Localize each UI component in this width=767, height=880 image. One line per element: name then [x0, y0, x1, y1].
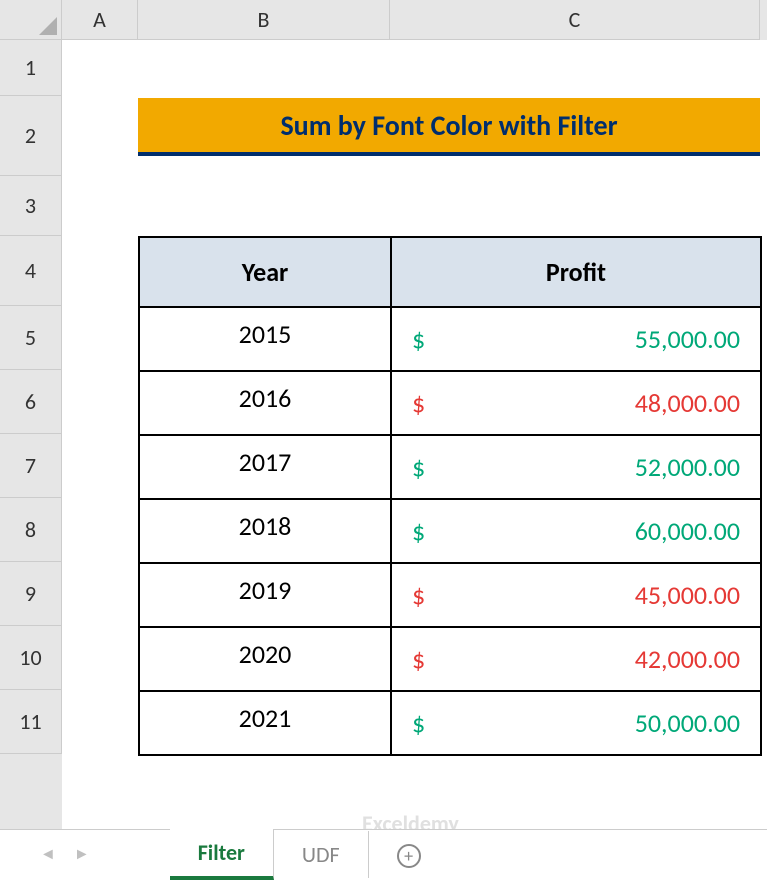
header-year[interactable]: Year	[139, 237, 391, 307]
profit-amount: 42,000.00	[635, 643, 740, 675]
column-header-c[interactable]: C	[390, 0, 760, 40]
profit-amount: 55,000.00	[635, 323, 740, 355]
column-header-a[interactable]: A	[62, 0, 138, 40]
row-header-6[interactable]: 6	[0, 370, 62, 434]
row-header-2[interactable]: 2	[0, 96, 62, 176]
row-header-3[interactable]: 3	[0, 176, 62, 236]
table-header-row: Year Profit	[139, 237, 761, 307]
currency-symbol: $	[412, 387, 425, 419]
row-header-9[interactable]: 9	[0, 562, 62, 626]
cell-profit[interactable]: $50,000.00	[391, 691, 761, 755]
cell-year[interactable]: 2019	[139, 563, 391, 627]
currency-symbol: $	[412, 579, 425, 611]
cell-year[interactable]: 2015	[139, 307, 391, 371]
table-row: 2015$55,000.00	[139, 307, 761, 371]
table-row: 2019$45,000.00	[139, 563, 761, 627]
data-table: Year Profit 2015$55,000.002016$48,000.00…	[138, 236, 762, 756]
cells-area[interactable]: Sum by Font Color with Filter Year Profi…	[62, 40, 767, 829]
plus-icon: +	[397, 844, 421, 868]
cell-profit[interactable]: $45,000.00	[391, 563, 761, 627]
currency-symbol: $	[412, 643, 425, 675]
currency-symbol: $	[412, 323, 425, 355]
row-header-8[interactable]: 8	[0, 498, 62, 562]
row-header-7[interactable]: 7	[0, 434, 62, 498]
currency-symbol: $	[412, 515, 425, 547]
profit-amount: 48,000.00	[635, 387, 740, 419]
tab-prev-icon[interactable]: ◄	[40, 845, 56, 864]
table-row: 2021$50,000.00	[139, 691, 761, 755]
cell-year[interactable]: 2016	[139, 371, 391, 435]
profit-amount: 45,000.00	[635, 579, 740, 611]
cell-profit[interactable]: $60,000.00	[391, 499, 761, 563]
cell-profit[interactable]: $42,000.00	[391, 627, 761, 691]
column-header-b[interactable]: B	[138, 0, 390, 40]
cell-profit[interactable]: $55,000.00	[391, 307, 761, 371]
cell-profit[interactable]: $52,000.00	[391, 435, 761, 499]
profit-amount: 60,000.00	[635, 515, 740, 547]
row-header-4[interactable]: 4	[0, 236, 62, 306]
spreadsheet: A B C 1 2 3 4 5 6 7 8 9 10 11 Sum by Fon…	[0, 0, 767, 879]
sheet-tabs-bar: ◄ ► Filter UDF +	[0, 829, 767, 879]
cell-profit[interactable]: $48,000.00	[391, 371, 761, 435]
sheet-tab-udf[interactable]: UDF	[274, 831, 369, 878]
watermark-text: Exceldemy	[362, 810, 459, 829]
cell-year[interactable]: 2021	[139, 691, 391, 755]
currency-symbol: $	[412, 451, 425, 483]
row-headers: 1 2 3 4 5 6 7 8 9 10 11	[0, 40, 62, 829]
add-sheet-button[interactable]: +	[369, 831, 449, 878]
row-header-1[interactable]: 1	[0, 40, 62, 96]
title-banner: Sum by Font Color with Filter	[138, 98, 760, 156]
cell-year[interactable]: 2020	[139, 627, 391, 691]
table-row: 2020$42,000.00	[139, 627, 761, 691]
header-profit[interactable]: Profit	[391, 237, 761, 307]
table-row: 2018$60,000.00	[139, 499, 761, 563]
tab-nav-arrows: ◄ ►	[40, 845, 90, 864]
sheet-tab-filter[interactable]: Filter	[170, 829, 274, 880]
cell-year[interactable]: 2018	[139, 499, 391, 563]
cell-year[interactable]: 2017	[139, 435, 391, 499]
select-all-corner[interactable]	[0, 0, 62, 40]
tab-next-icon[interactable]: ►	[74, 845, 90, 864]
row-header-10[interactable]: 10	[0, 626, 62, 690]
row-header-5[interactable]: 5	[0, 306, 62, 370]
table-row: 2017$52,000.00	[139, 435, 761, 499]
table-row: 2016$48,000.00	[139, 371, 761, 435]
profit-amount: 50,000.00	[635, 707, 740, 739]
data-area: 1 2 3 4 5 6 7 8 9 10 11 Sum by Font Colo…	[0, 40, 767, 829]
profit-amount: 52,000.00	[635, 451, 740, 483]
row-header-11[interactable]: 11	[0, 690, 62, 754]
currency-symbol: $	[412, 707, 425, 739]
column-headers-row: A B C	[0, 0, 767, 40]
